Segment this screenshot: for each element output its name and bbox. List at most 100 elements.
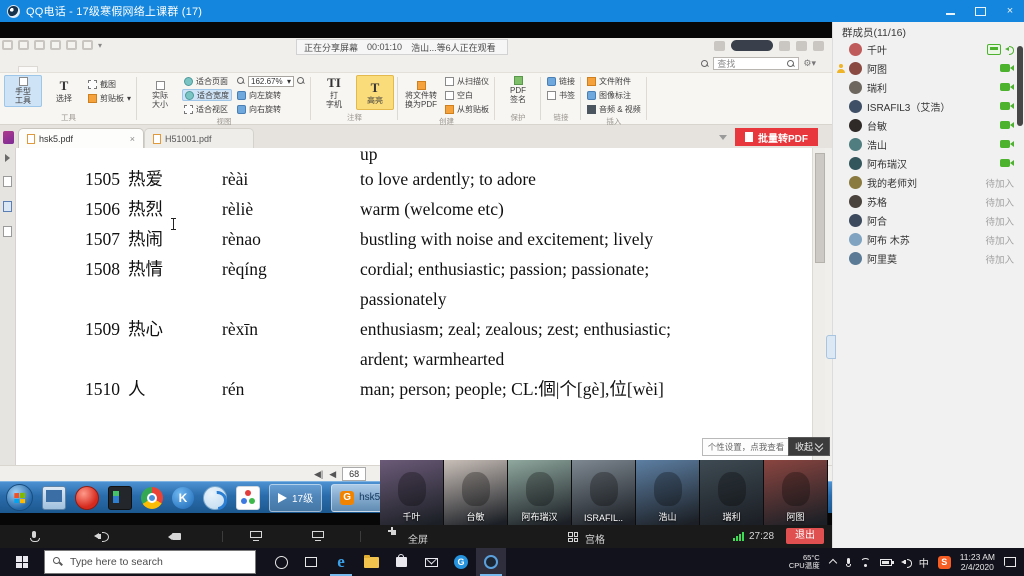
blank-button[interactable]: 空白 — [443, 89, 491, 101]
first-page-icon[interactable]: ◀| — [314, 469, 323, 479]
grid-view-icon[interactable] — [568, 532, 578, 542]
fit-width-button[interactable]: 适合宽度 — [182, 89, 232, 101]
link-button[interactable]: 链接 — [545, 75, 577, 87]
edge-button[interactable]: e — [326, 548, 356, 576]
member-row[interactable]: 瑞利 — [833, 78, 1024, 97]
maximize-button[interactable] — [972, 4, 988, 18]
member-row[interactable]: 浩山 — [833, 135, 1024, 154]
from-scanner-button[interactable]: 从扫描仪 — [443, 75, 491, 87]
display-app-icon[interactable] — [42, 486, 66, 510]
save-icon[interactable] — [18, 40, 29, 50]
chrome-icon[interactable] — [141, 487, 163, 509]
sogou-icon[interactable]: S — [938, 556, 951, 569]
active-app-button[interactable] — [476, 548, 506, 576]
typewriter-button[interactable]: TI 打 字机 — [315, 75, 353, 110]
customize-toolbar-dropdown[interactable]: ▾ — [98, 41, 102, 50]
pdf-page[interactable]: up 1505热爱rèàito love ardently; to adore … — [16, 148, 812, 465]
zoom-out-icon[interactable] — [237, 77, 245, 85]
file-explorer-button[interactable] — [356, 548, 386, 576]
show-hidden-icons[interactable] — [829, 558, 837, 566]
member-row[interactable]: 苏格 待加入 — [833, 192, 1024, 211]
member-row[interactable]: 阿合 待加入 — [833, 211, 1024, 230]
member-row[interactable]: 阿布 木苏 待加入 — [833, 230, 1024, 249]
k-player-icon[interactable]: K — [172, 487, 194, 509]
ime-indicator[interactable]: 中 — [919, 555, 929, 570]
print-icon[interactable] — [34, 40, 45, 50]
audio-video-button[interactable]: 音频 & 视频 — [585, 103, 643, 115]
video-tile[interactable]: 阿图 — [764, 460, 828, 525]
brush-icon[interactable] — [3, 131, 14, 144]
member-row[interactable]: 台敏 — [833, 116, 1024, 135]
member-row[interactable]: 千叶 — [833, 40, 1024, 59]
attachments-panel-icon[interactable] — [3, 226, 12, 237]
layout-icon[interactable] — [779, 41, 790, 51]
taskbar-search-input[interactable]: Type here to search — [44, 550, 256, 574]
doc-tab-h51001[interactable]: H51001.pdf — [144, 128, 254, 148]
browser-icon[interactable] — [203, 486, 227, 510]
volume-icon[interactable] — [901, 558, 910, 567]
close-button[interactable]: × — [1002, 4, 1018, 18]
highlight-button[interactable]: T 高亮 — [356, 75, 394, 110]
video-tile[interactable]: 台敏 — [444, 460, 508, 525]
doc-tab-hsk5[interactable]: hsk5.pdf × — [18, 128, 144, 148]
member-row[interactable]: 我的老师刘 待加入 — [833, 173, 1024, 192]
pdf-sign-button[interactable]: PDF 签名 — [499, 75, 537, 105]
batch-convert-pdf-button[interactable]: 批量转PDF — [735, 128, 818, 146]
page-number-input[interactable]: 68 — [342, 467, 366, 481]
clipboard-button[interactable]: 剪贴板 ▾ — [86, 92, 133, 104]
close-tab-icon[interactable]: × — [130, 134, 135, 144]
media-app-icon[interactable] — [108, 486, 132, 510]
browser-button[interactable]: G — [446, 548, 476, 576]
microphone-tray-icon[interactable] — [846, 558, 851, 567]
store-button[interactable] — [386, 548, 416, 576]
bookmark-button[interactable]: 书签 — [545, 89, 577, 101]
rotate-left-button[interactable]: 向左旋转 — [235, 89, 307, 101]
cortana-button[interactable] — [266, 548, 296, 576]
member-row[interactable]: 阿里莫 待加入 — [833, 249, 1024, 268]
task-view-button[interactable] — [296, 548, 326, 576]
pdf-scrollbar[interactable] — [812, 148, 825, 465]
exit-call-button[interactable]: 退出 — [786, 528, 824, 544]
image-annotation-button[interactable]: 图像标注 — [585, 89, 643, 101]
from-clipboard-button[interactable]: 从剪贴板 — [443, 103, 491, 115]
gear-icon[interactable]: ⚙▾ — [803, 58, 816, 69]
zoom-in-icon[interactable] — [297, 77, 305, 85]
tab-list-dropdown[interactable] — [719, 135, 727, 140]
chat-window-task-button[interactable]: 17级 — [269, 484, 322, 512]
hand-tool-button[interactable]: 手型 工具 — [4, 75, 42, 107]
email-icon[interactable] — [50, 40, 61, 50]
settings-tooltip[interactable]: 个性设置，点我查看 — [702, 438, 790, 456]
find-input[interactable]: 查找 — [713, 57, 799, 70]
search-icon[interactable] — [701, 60, 709, 68]
scrollbar-thumb[interactable] — [815, 153, 825, 263]
video-tile[interactable]: ISRAFIL.. — [572, 460, 636, 525]
qq-app-icon[interactable] — [236, 486, 260, 510]
video-tile[interactable]: 阿布瑞汉 — [508, 460, 572, 525]
action-center-icon[interactable] — [1004, 557, 1016, 567]
account-badge[interactable] — [731, 40, 773, 51]
redo-icon[interactable] — [82, 40, 93, 50]
select-tool-button[interactable]: T 选择 — [45, 75, 83, 107]
rotate-right-button[interactable]: 向右旋转 — [235, 103, 307, 115]
clock[interactable]: 11:23 AM2/4/2020 — [960, 552, 995, 572]
fullscreen-label[interactable]: 全屏 — [408, 531, 428, 546]
help-icon[interactable] — [813, 41, 824, 51]
video-tile[interactable]: 千叶 — [380, 460, 444, 525]
start-button[interactable] — [0, 548, 44, 576]
open-file-icon[interactable] — [2, 40, 13, 50]
mail-button[interactable] — [416, 548, 446, 576]
video-tile[interactable]: 瑞利 — [700, 460, 764, 525]
fit-page-button[interactable]: 适合页面 — [182, 75, 232, 87]
bookmarks-panel-icon[interactable] — [3, 201, 12, 212]
panel-collapse-handle[interactable] — [826, 335, 836, 359]
member-row[interactable]: 阿布瑞汉 — [833, 154, 1024, 173]
minimize-button[interactable] — [942, 4, 958, 18]
fit-visible-button[interactable]: 适合视区 — [182, 103, 232, 115]
expand-panel-icon[interactable] — [5, 154, 10, 162]
security-app-icon[interactable] — [75, 486, 99, 510]
previous-page-icon[interactable]: ◀ — [329, 469, 336, 479]
win7-start-button[interactable] — [6, 484, 33, 511]
collapse-button[interactable]: 收起 — [788, 437, 830, 456]
battery-icon[interactable] — [880, 559, 892, 566]
grid-view-label[interactable]: 宫格 — [585, 531, 605, 546]
